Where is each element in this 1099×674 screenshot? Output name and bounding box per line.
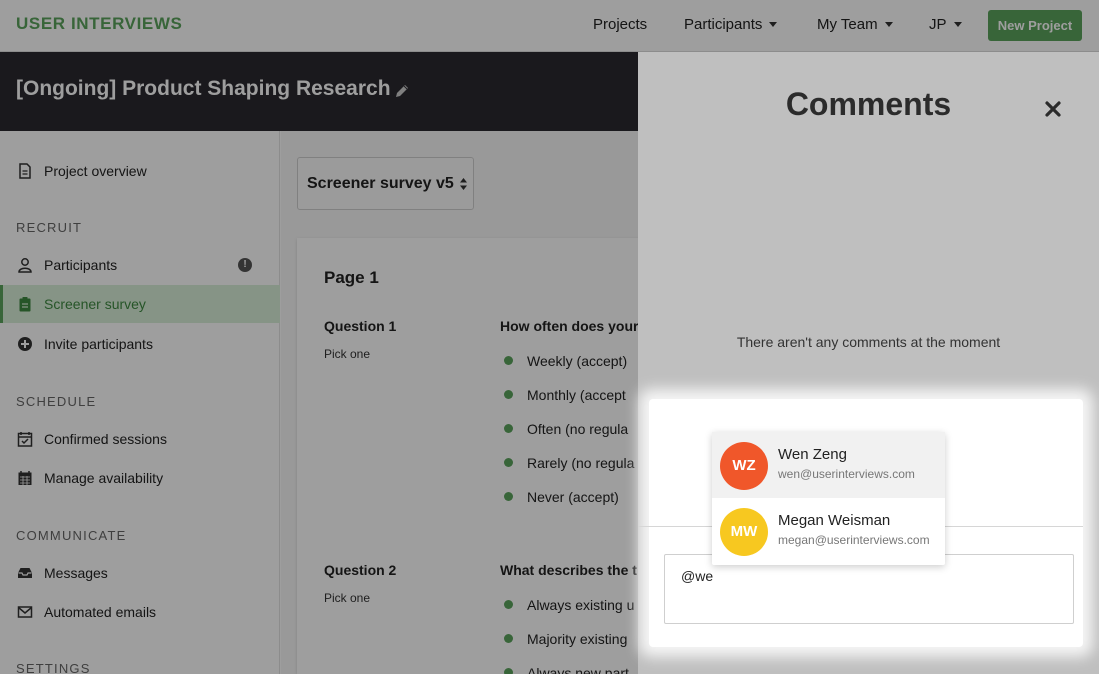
mention-email: wen@userinterviews.com <box>778 467 915 481</box>
mention-option[interactable]: MW Megan Weisman megan@userinterviews.co… <box>712 498 945 564</box>
mention-option[interactable]: WZ Wen Zeng wen@userinterviews.com <box>712 432 945 498</box>
avatar: WZ <box>720 442 768 490</box>
mention-name: Megan Weisman <box>778 512 891 529</box>
mention-suggestions: WZ Wen Zeng wen@userinterviews.com MW Me… <box>712 432 945 565</box>
close-icon[interactable] <box>1043 99 1063 119</box>
empty-comments-message: There aren't any comments at the moment <box>736 334 1001 350</box>
mention-email: megan@userinterviews.com <box>778 533 930 547</box>
comments-title: Comments <box>785 86 952 122</box>
mention-name: Wen Zeng <box>778 446 847 463</box>
comment-input-value: @we <box>681 568 714 584</box>
avatar: MW <box>720 508 768 556</box>
